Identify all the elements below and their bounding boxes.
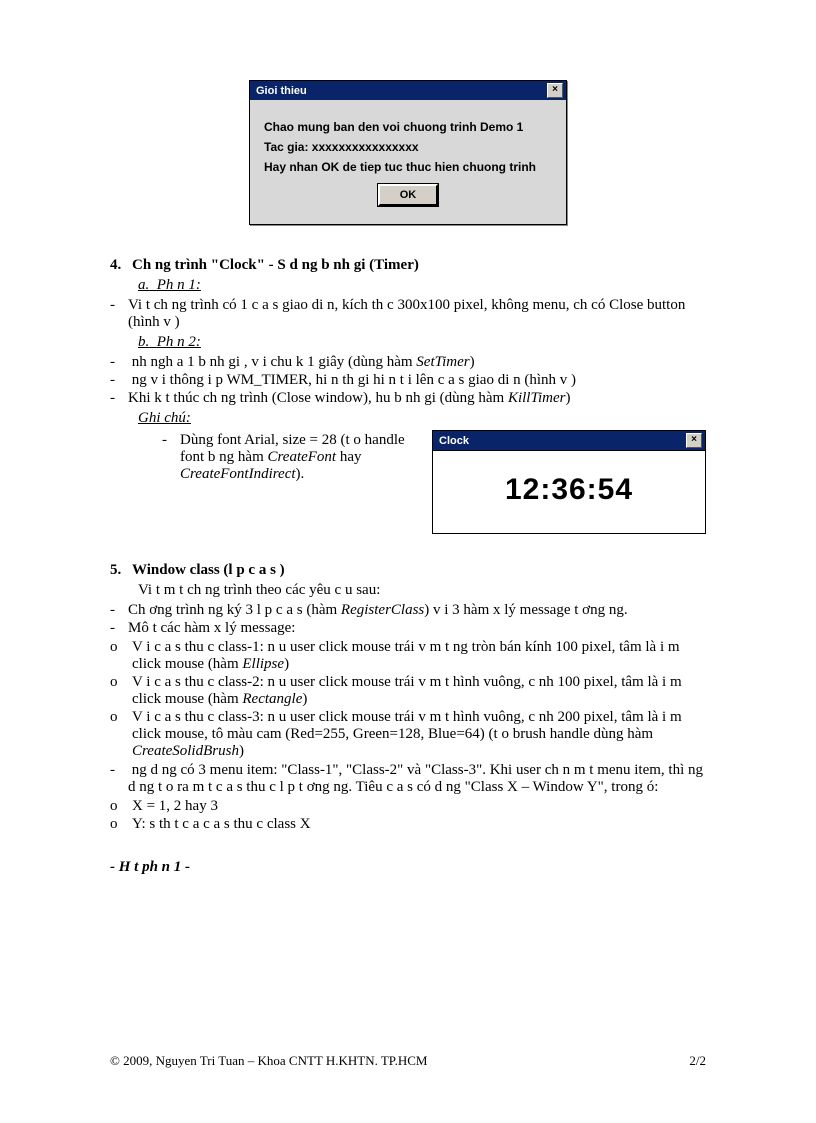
dialog-line: Chao mung ban den voi chuong trinh Demo … — [264, 120, 552, 134]
list-item: V i c a s thu c class-2: n u user click … — [110, 674, 706, 708]
list-item: ng v i thông i p WM_TIMER, hi n th gi hi… — [110, 372, 706, 389]
dialog-titlebar: Gioi thieu × — [250, 81, 566, 100]
list-item: nh ngh a 1 b nh gi , v i chu k 1 giây (d… — [110, 354, 706, 371]
phan-2-list: nh ngh a 1 b nh gi , v i chu k 1 giây (d… — [110, 354, 706, 407]
phan-1-label: a. Ph n 1: — [138, 277, 706, 294]
list-item: Vi t ch ng trình có 1 c a s giao di n, k… — [110, 297, 706, 331]
section-5-heading: 5.Window class (l p c a s ) — [110, 562, 706, 579]
page-footer: © 2009, Nguyen Tri Tuan – Khoa CNTT H.KH… — [110, 1053, 706, 1069]
footer-right: 2/2 — [689, 1053, 706, 1069]
intro-dialog: Gioi thieu × Chao mung ban den voi chuon… — [249, 80, 567, 225]
list-item: ng d ng có 3 menu item: "Class-1", "Clas… — [110, 762, 706, 796]
list-item: X = 1, 2 hay 3 — [110, 798, 706, 815]
footer-left: © 2009, Nguyen Tri Tuan – Khoa CNTT H.KH… — [110, 1053, 427, 1069]
ok-button[interactable]: OK — [378, 184, 438, 206]
clock-title: Clock — [439, 435, 469, 447]
phan-1-list: Vi t ch ng trình có 1 c a s giao di n, k… — [110, 297, 706, 331]
sec5-sublist-2: X = 1, 2 hay 3 Y: s th t c a c a s thu c… — [110, 798, 706, 833]
list-item: Mô t các hàm x lý message: — [110, 620, 706, 637]
dialog-body: Chao mung ban den voi chuong trinh Demo … — [250, 100, 566, 224]
ghichu-label: Ghi chú: — [138, 410, 706, 427]
clock-time: 12:36:54 — [433, 451, 705, 533]
list-item: Dùng font Arial, size = 28 (t o handle f… — [162, 432, 414, 483]
end-note: - H t ph n 1 - — [110, 859, 706, 876]
list-item: Khi k t thúc ch ng trình (Close window),… — [110, 390, 706, 407]
clock-titlebar: Clock × — [433, 431, 705, 451]
clock-window: Clock × 12:36:54 — [432, 430, 706, 534]
list-item: Y: s th t c a c a s thu c class X — [110, 816, 706, 833]
dialog-line: Hay nhan OK de tiep tuc thuc hien chuong… — [264, 160, 552, 174]
sec5-intro: Vi t m t ch ng trình theo các yêu c u sa… — [138, 582, 706, 599]
sec5-sublist: V i c a s thu c class-1: n u user click … — [110, 639, 706, 760]
phan-2-label: b. Ph n 2: — [138, 334, 706, 351]
list-item: V i c a s thu c class-3: n u user click … — [110, 709, 706, 760]
list-item: Ch ơng trình ng ký 3 l p c a s (hàm Regi… — [110, 602, 706, 619]
sec5-list: Ch ơng trình ng ký 3 l p c a s (hàm Regi… — [110, 602, 706, 637]
dialog-line: Tac gia: xxxxxxxxxxxxxxxx — [264, 140, 552, 154]
section-4-heading: 4.Ch ng trình "Clock" - S d ng b nh gi (… — [110, 257, 706, 274]
dialog-title: Gioi thieu — [256, 85, 307, 97]
ghichu-list: Dùng font Arial, size = 28 (t o handle f… — [162, 432, 414, 483]
list-item: V i c a s thu c class-1: n u user click … — [110, 639, 706, 673]
close-icon[interactable]: × — [547, 83, 563, 98]
close-icon[interactable]: × — [686, 433, 702, 448]
sec5-list-2: ng d ng có 3 menu item: "Class-1", "Clas… — [110, 762, 706, 796]
